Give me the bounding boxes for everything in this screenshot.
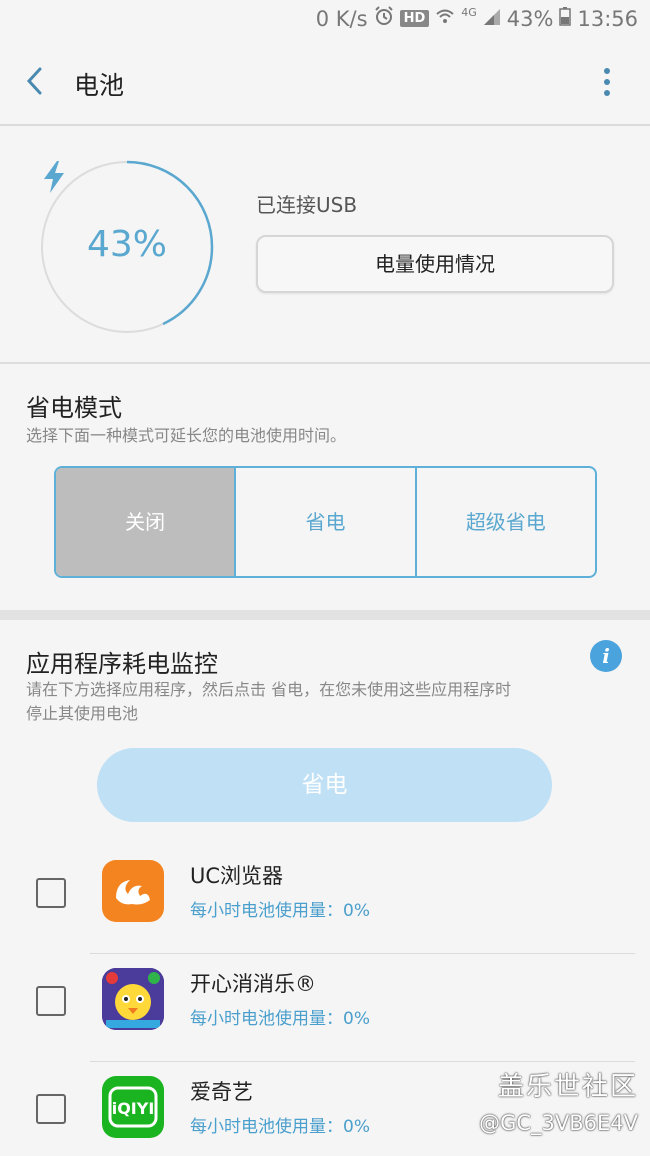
save-power-button[interactable]: 省电 bbox=[97, 748, 552, 822]
uc-browser-icon bbox=[102, 860, 164, 922]
mode-option-off[interactable]: 关闭 bbox=[56, 468, 235, 576]
section-divider bbox=[0, 610, 650, 620]
charging-bolt-icon bbox=[44, 161, 64, 193]
battery-level: 43% bbox=[86, 224, 167, 265]
power-mode-selector: 关闭 省电 超级省电 bbox=[54, 466, 597, 578]
app-checkbox[interactable] bbox=[36, 1094, 66, 1124]
app-checkbox[interactable] bbox=[36, 878, 66, 908]
app-name: 开心消消乐® bbox=[190, 972, 316, 996]
page-title: 电池 bbox=[74, 71, 125, 100]
signal-icon bbox=[483, 7, 501, 31]
hd-badge: HD bbox=[399, 10, 430, 27]
watermark-brand: 盖乐世社区 bbox=[497, 1072, 638, 1102]
net-speed: 0 K/s bbox=[315, 6, 368, 31]
happy-elimination-icon bbox=[102, 968, 164, 1030]
connection-status: 已连接USB bbox=[256, 193, 358, 217]
app-usage: 每小时电池使用量：0% bbox=[190, 1117, 370, 1137]
app-name: 爱奇艺 bbox=[190, 1080, 253, 1104]
watermark: 盖乐世社区 @GC_3VB6E4V bbox=[479, 1066, 638, 1135]
battery-summary: 43% 已连接USB 电量使用情况 bbox=[0, 127, 650, 364]
list-item[interactable]: 开心消消乐® 每小时电池使用量：0% bbox=[0, 954, 650, 1062]
power-saving-mode-section: 省电模式 选择下面一种模式可延长您的电池使用时间。 关闭 省电 超级省电 bbox=[0, 366, 650, 610]
battery-usage-button[interactable]: 电量使用情况 bbox=[256, 235, 614, 293]
battery-charging-icon bbox=[559, 6, 572, 31]
iqiyi-icon: iQIYI bbox=[102, 1076, 164, 1138]
watermark-user: @GC_3VB6E4V bbox=[479, 1111, 638, 1135]
network-type: 4G bbox=[461, 6, 477, 19]
status-icons: 0 K/s HD 4G 43% 13:56 bbox=[316, 6, 638, 31]
chevron-left-icon bbox=[26, 67, 42, 95]
app-monitor-title: 应用程序耗电监控 bbox=[26, 650, 218, 678]
list-item[interactable]: UC浏览器 每小时电池使用量：0% bbox=[0, 846, 650, 954]
mode-option-power-saving[interactable]: 省电 bbox=[234, 468, 414, 576]
app-bar: 电池 bbox=[0, 38, 650, 126]
app-usage: 每小时电池使用量：0% bbox=[190, 1009, 370, 1029]
battery-percent: 43% bbox=[506, 6, 554, 31]
more-options-icon[interactable] bbox=[604, 68, 612, 101]
wifi-icon bbox=[435, 7, 455, 31]
alarm-icon bbox=[374, 6, 394, 31]
status-bar: 0 K/s HD 4G 43% 13:56 bbox=[0, 0, 650, 38]
svg-text:iQIYI: iQIYI bbox=[112, 1099, 155, 1118]
power-mode-description: 选择下面一种模式可延长您的电池使用时间。 bbox=[26, 426, 347, 445]
app-checkbox[interactable] bbox=[36, 986, 66, 1016]
app-name: UC浏览器 bbox=[190, 864, 284, 888]
power-mode-title: 省电模式 bbox=[26, 394, 122, 422]
info-icon[interactable]: i bbox=[590, 640, 622, 672]
app-monitor-description-line1: 请在下方选择应用程序，然后点击 省电，在您未使用这些应用程序时 bbox=[26, 680, 512, 699]
back-button[interactable] bbox=[24, 66, 46, 100]
app-monitor-description-line2: 停止其使用电池 bbox=[26, 704, 139, 723]
app-usage: 每小时电池使用量：0% bbox=[190, 901, 370, 921]
mode-option-ultra-power-saving[interactable]: 超级省电 bbox=[414, 468, 595, 576]
battery-ring: 43% bbox=[40, 160, 214, 334]
clock-time: 13:56 bbox=[577, 6, 638, 31]
